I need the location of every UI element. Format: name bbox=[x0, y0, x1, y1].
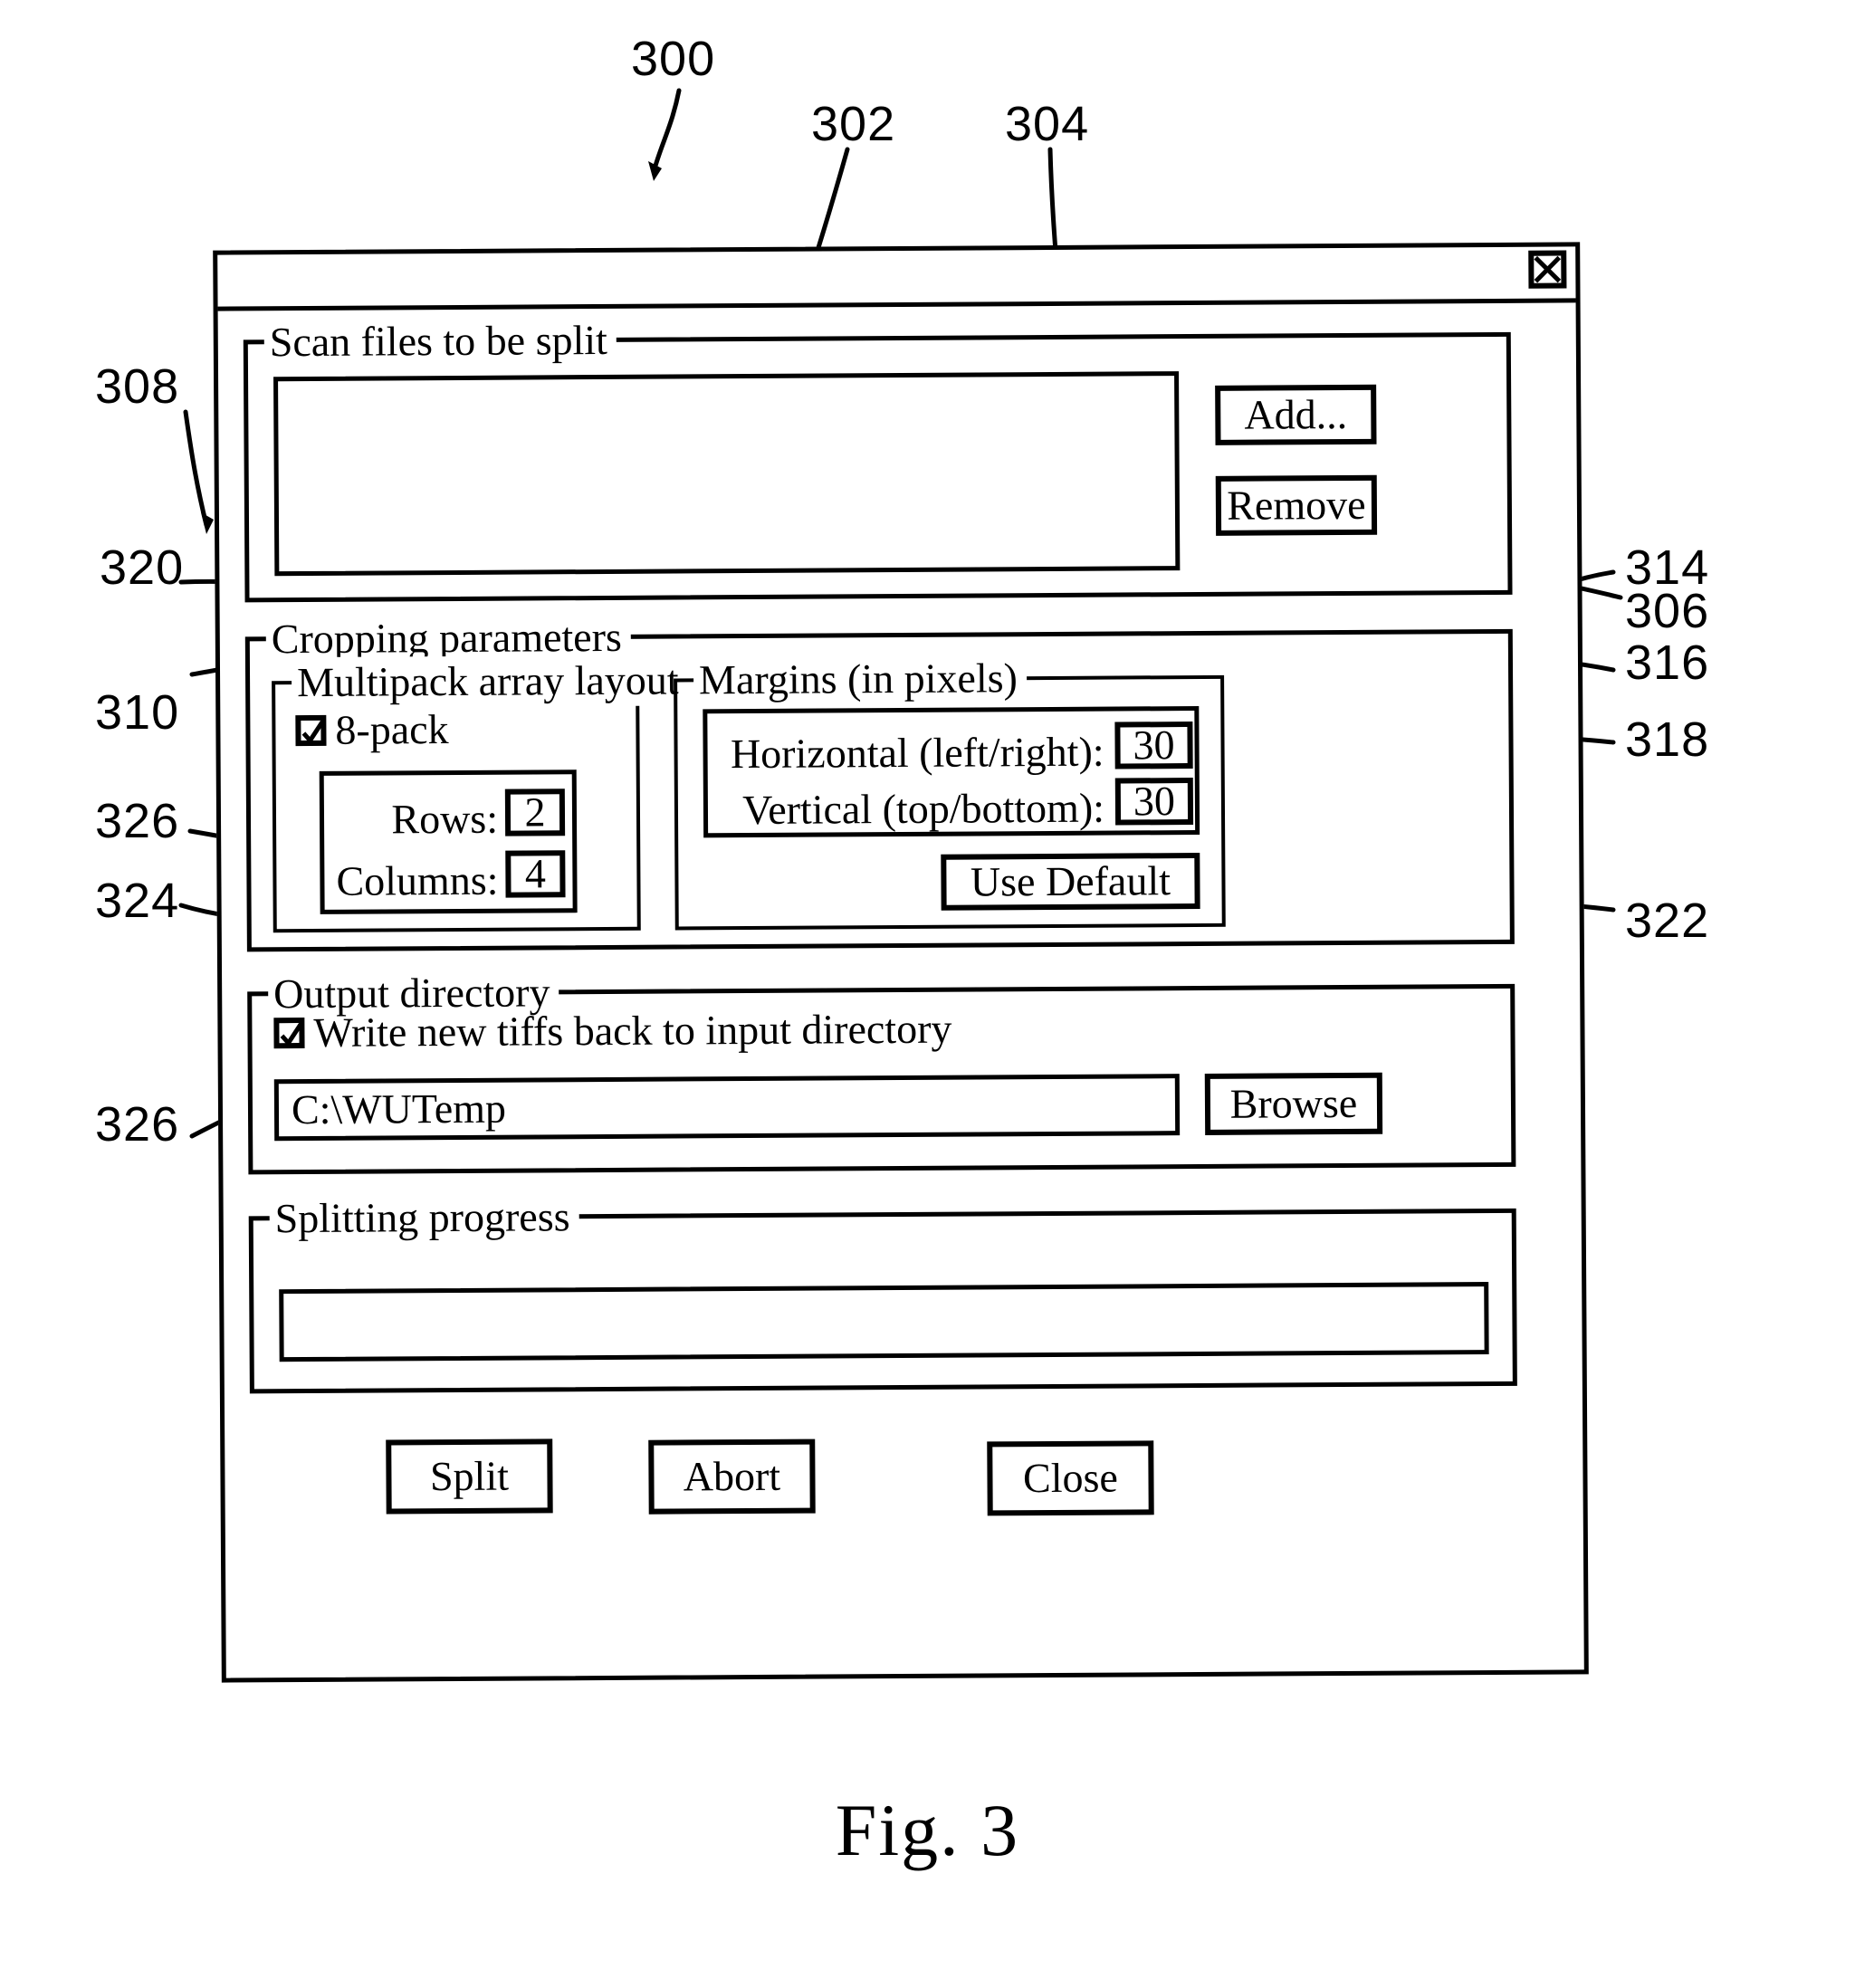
remove-files-button[interactable]: Remove bbox=[1215, 474, 1378, 536]
callout-326-lower: 326 bbox=[95, 1097, 180, 1152]
scan-files-legend: Scan files to be split bbox=[263, 314, 617, 368]
horizontal-margin-input[interactable]: 30 bbox=[1114, 722, 1193, 769]
margins-legend: Margins (in pixels) bbox=[693, 653, 1028, 706]
use-default-button[interactable]: Use Default bbox=[941, 852, 1200, 911]
callout-326-upper: 326 bbox=[95, 794, 180, 848]
splitting-progress-group: Splitting progress bbox=[248, 1191, 1517, 1394]
eight-pack-checkbox-box bbox=[295, 714, 327, 747]
output-directory-group: Output directory Write new tiffs back to… bbox=[247, 967, 1516, 1175]
output-path-input[interactable]: C:\WUTemp bbox=[273, 1074, 1181, 1142]
callout-316: 316 bbox=[1625, 636, 1710, 690]
rows-columns-panel: Rows: 2 Columns: 4 bbox=[319, 769, 578, 914]
split-button[interactable]: Split bbox=[386, 1438, 553, 1515]
write-back-checkbox[interactable]: Write new tiffs back to input directory bbox=[273, 1005, 952, 1056]
cropping-parameters-group: Cropping parameters Multipack array layo… bbox=[244, 611, 1515, 952]
callout-314: 314 bbox=[1625, 540, 1710, 595]
rows-label: Rows: bbox=[391, 795, 499, 843]
scan-files-list[interactable] bbox=[273, 371, 1181, 577]
horizontal-margin-label: Horizontal (left/right): bbox=[730, 728, 1104, 778]
dialog-close-button[interactable]: Close bbox=[987, 1440, 1154, 1516]
scan-files-group: Scan files to be split Add... Remove bbox=[243, 314, 1513, 603]
eight-pack-checkbox-label: 8-pack bbox=[335, 706, 449, 753]
eight-pack-checkbox[interactable]: 8-pack bbox=[295, 706, 449, 753]
browse-button[interactable]: Browse bbox=[1204, 1072, 1383, 1135]
callout-308: 308 bbox=[95, 359, 180, 414]
callout-310: 310 bbox=[95, 685, 180, 740]
margins-fields-panel: Horizontal (left/right): 30 Vertical (to… bbox=[703, 705, 1200, 838]
output-path-value: C:\WUTemp bbox=[291, 1085, 507, 1133]
callout-300: 300 bbox=[631, 32, 716, 86]
columns-input[interactable]: 4 bbox=[505, 850, 566, 898]
callout-320: 320 bbox=[100, 540, 185, 595]
multipack-array-layout-group: Multipack array layout 8-pack Rows: 2 Co… bbox=[272, 655, 688, 933]
vertical-margin-label: Vertical (top/bottom): bbox=[741, 784, 1105, 834]
dialog-titlebar bbox=[217, 246, 1576, 311]
multipack-array-layout-legend: Multipack array layout bbox=[291, 655, 688, 709]
close-x-icon[interactable] bbox=[1528, 250, 1567, 289]
progress-bar bbox=[279, 1282, 1489, 1362]
callout-318: 318 bbox=[1625, 712, 1710, 767]
callout-322: 322 bbox=[1625, 894, 1710, 948]
splitting-progress-legend: Splitting progress bbox=[269, 1191, 579, 1245]
callout-304: 304 bbox=[1005, 97, 1090, 151]
dialog-client-area: Scan files to be split Add... Remove Cro… bbox=[218, 302, 1584, 1677]
rows-input[interactable]: 2 bbox=[504, 789, 566, 836]
callout-302: 302 bbox=[811, 97, 896, 151]
margins-group: Margins (in pixels) Horizontal (left/rig… bbox=[674, 653, 1226, 931]
vertical-margin-input[interactable]: 30 bbox=[1114, 778, 1194, 826]
figure-caption: Fig. 3 bbox=[835, 1789, 1020, 1871]
write-back-checkbox-box bbox=[273, 1018, 305, 1049]
abort-button[interactable]: Abort bbox=[648, 1438, 816, 1515]
callout-324: 324 bbox=[95, 874, 180, 928]
split-scans-dialog: Scan files to be split Add... Remove Cro… bbox=[213, 242, 1589, 1683]
write-back-checkbox-label: Write new tiffs back to input directory bbox=[313, 1005, 952, 1056]
columns-label: Columns: bbox=[336, 856, 499, 904]
add-files-button[interactable]: Add... bbox=[1215, 384, 1377, 445]
